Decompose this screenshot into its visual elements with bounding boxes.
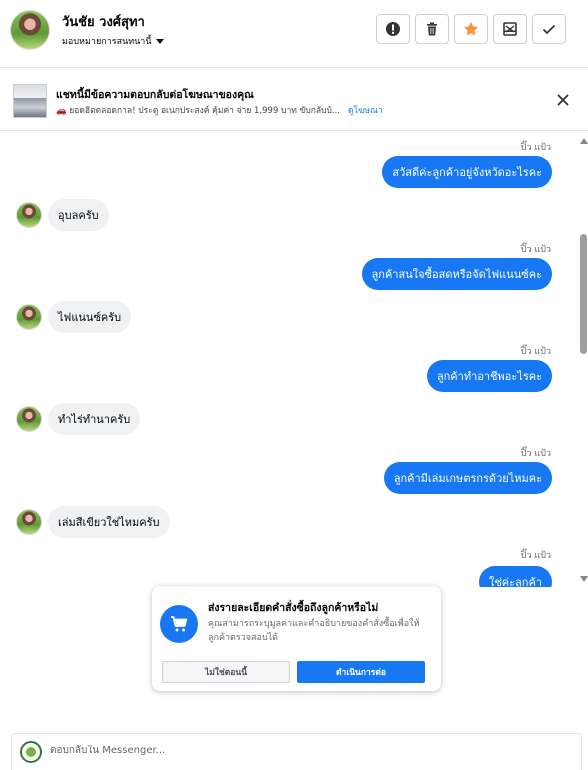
ad-description: 🚗 ยอดฮิตตลอดกาล! ประตู อเนกประสงค์ คุ้มค…	[56, 106, 341, 116]
assign-conversation-label: มอบหมายการสนทนานี้	[62, 37, 152, 47]
outgoing-message: ลูกค้าสนใจซื้อสดหรือจัดไฟแนนซ์คะ	[361, 258, 552, 290]
ad-thumbnail[interactable]	[13, 84, 47, 118]
message-bubble[interactable]: ใช่ค่ะลูกค้า	[478, 566, 552, 587]
delete-button[interactable]	[415, 14, 449, 44]
incoming-message: ทำไร่ทำนาครับ	[16, 403, 141, 435]
outgoing-message: ใช่ค่ะลูกค้า	[478, 566, 552, 587]
contact-avatar[interactable]	[10, 10, 50, 50]
avatar[interactable]	[16, 509, 42, 535]
seen-by-label: ปิ๊ว แป้ว	[520, 449, 551, 459]
message-bubble[interactable]: เล่มสีเขียวใช่ไหมครับ	[48, 506, 170, 538]
message-bubble[interactable]: ลูกค้าสนใจซื้อสดหรือจัดไฟแนนซ์คะ	[361, 258, 552, 290]
message-thread[interactable]: ปิ๊ว แป้ว สวัสดีค่ะลูกค้าอยู่จังหวัดอะไร…	[0, 132, 578, 587]
cart-icon	[171, 616, 188, 632]
seen-by-label: ปิ๊ว แป้ว	[520, 245, 551, 255]
message-bubble[interactable]: ทำไร่ทำนาครับ	[48, 403, 141, 435]
not-now-button[interactable]: ไม่ใช่ตอนนี้	[162, 661, 290, 683]
scroll-down-arrow[interactable]	[580, 576, 588, 582]
avatar[interactable]	[16, 202, 42, 228]
scrollbar-thumb[interactable]	[580, 234, 587, 354]
reply-composer	[11, 733, 582, 770]
conversation-header: วันชัย วงศ์สุทา มอบหมายการสนทนานี้	[0, 0, 588, 68]
message-bubble[interactable]: ไฟแนนซ์ครับ	[48, 301, 132, 333]
seen-by-label: ปิ๊ว แป้ว	[520, 347, 551, 357]
message-bubble[interactable]: สวัสดีค่ะลูกค้าอยู่จังหวัดอะไรคะ	[382, 156, 552, 188]
check-icon	[542, 24, 556, 35]
archive-icon	[503, 22, 517, 36]
message-bubble[interactable]: อุบลครับ	[48, 199, 109, 231]
assign-conversation-dropdown[interactable]: มอบหมายการสนทนานี้	[62, 34, 164, 48]
message-bubble[interactable]: ลูกค้ามีเล่มเกษตรกรด้วยไหมคะ	[383, 462, 552, 494]
scroll-up-arrow[interactable]	[580, 138, 588, 144]
ad-banner-subtitle: 🚗 ยอดฮิตตลอดกาล! ประตู อเนกประสงค์ คุ้มค…	[56, 103, 383, 117]
outgoing-message: ลูกค้ามีเล่มเกษตรกรด้วยไหมคะ	[383, 462, 552, 494]
ad-reply-banner: แชทนี้มีข้อความตอบกลับต่อโฆษณาของคุณ 🚗 ย…	[0, 69, 588, 131]
mark-spam-button[interactable]	[376, 14, 410, 44]
avatar[interactable]	[16, 304, 42, 330]
message-bubble[interactable]: ลูกค้าทำอาชีพอะไรคะ	[426, 360, 552, 392]
avatar[interactable]	[16, 406, 42, 432]
alert-icon	[386, 22, 400, 36]
cart-badge	[160, 605, 198, 643]
seen-by-label: ปิ๊ว แป้ว	[520, 551, 551, 561]
incoming-message: เล่มสีเขียวใช่ไหมครับ	[16, 506, 170, 538]
prompt-description: คุณสามารถระบุมูลค่าและคำอธิบายของคำสั่งซ…	[208, 619, 420, 643]
star-button[interactable]	[454, 14, 488, 44]
incoming-message: อุบลครับ	[16, 199, 109, 231]
incoming-message: ไฟแนนซ์ครับ	[16, 301, 132, 333]
ad-banner-title: แชทนี้มีข้อความตอบกลับต่อโฆษณาของคุณ	[56, 89, 254, 101]
close-icon[interactable]	[556, 93, 570, 107]
reply-input[interactable]	[50, 745, 550, 756]
prompt-title: ส่งรายละเอียดคำสั่งซื้อถึงลูกค้าหรือไม่	[208, 602, 379, 614]
continue-button[interactable]: ดำเนินการต่อ	[297, 661, 425, 683]
page-avatar	[20, 741, 42, 763]
outgoing-message: สวัสดีค่ะลูกค้าอยู่จังหวัดอะไรคะ	[382, 156, 552, 188]
caret-down-icon	[155, 38, 164, 44]
header-actions	[376, 14, 566, 44]
star-icon	[464, 22, 478, 36]
view-ad-link[interactable]: ดูโฆษณา	[348, 106, 383, 116]
contact-name[interactable]: วันชัย วงศ์สุทา	[62, 11, 145, 32]
trash-icon	[427, 22, 437, 36]
outgoing-message: ลูกค้าทำอาชีพอะไรคะ	[426, 360, 552, 392]
send-order-details-prompt: ส่งรายละเอียดคำสั่งซื้อถึงลูกค้าหรือไม่ …	[152, 586, 441, 691]
archive-button[interactable]	[493, 14, 527, 44]
seen-by-label: ปิ๊ว แป้ว	[520, 143, 551, 153]
mark-done-button[interactable]	[532, 14, 566, 44]
